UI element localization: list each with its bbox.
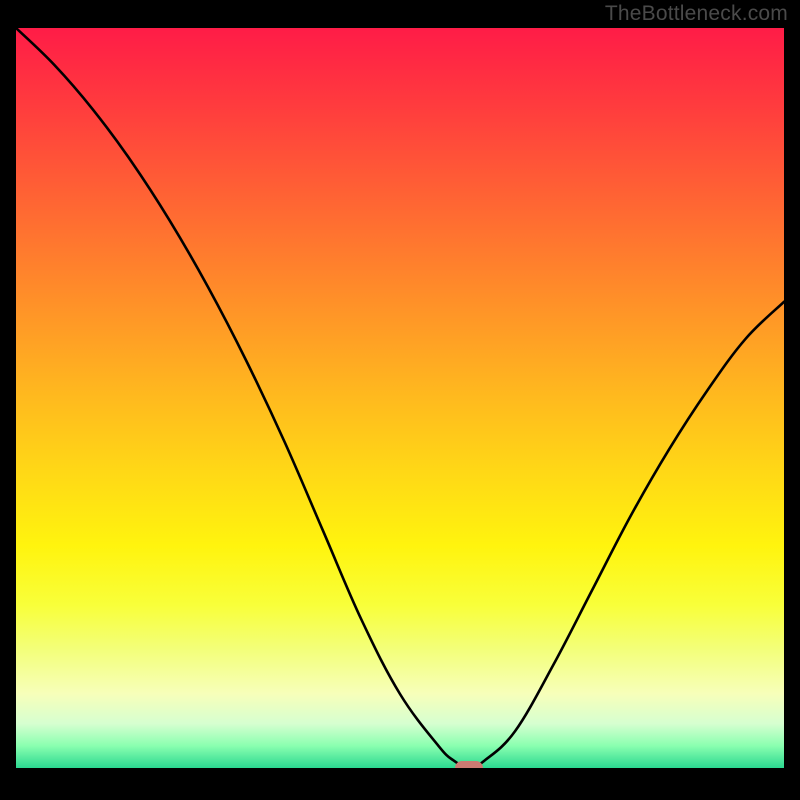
optimal-marker: [455, 761, 483, 768]
plot-area: [16, 28, 784, 768]
bottleneck-curve: [16, 28, 784, 768]
watermark-text: TheBottleneck.com: [605, 2, 788, 26]
chart-frame: TheBottleneck.com: [0, 0, 800, 800]
